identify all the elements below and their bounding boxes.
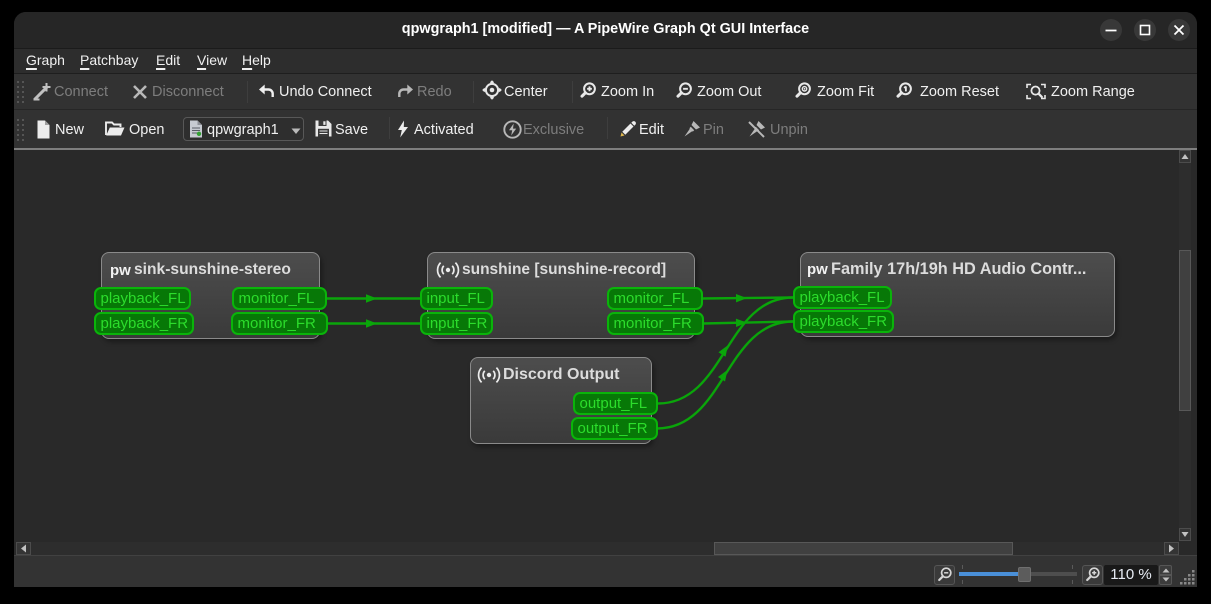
svg-text:pw: pw bbox=[110, 262, 131, 278]
svg-text:pw: pw bbox=[807, 261, 828, 277]
